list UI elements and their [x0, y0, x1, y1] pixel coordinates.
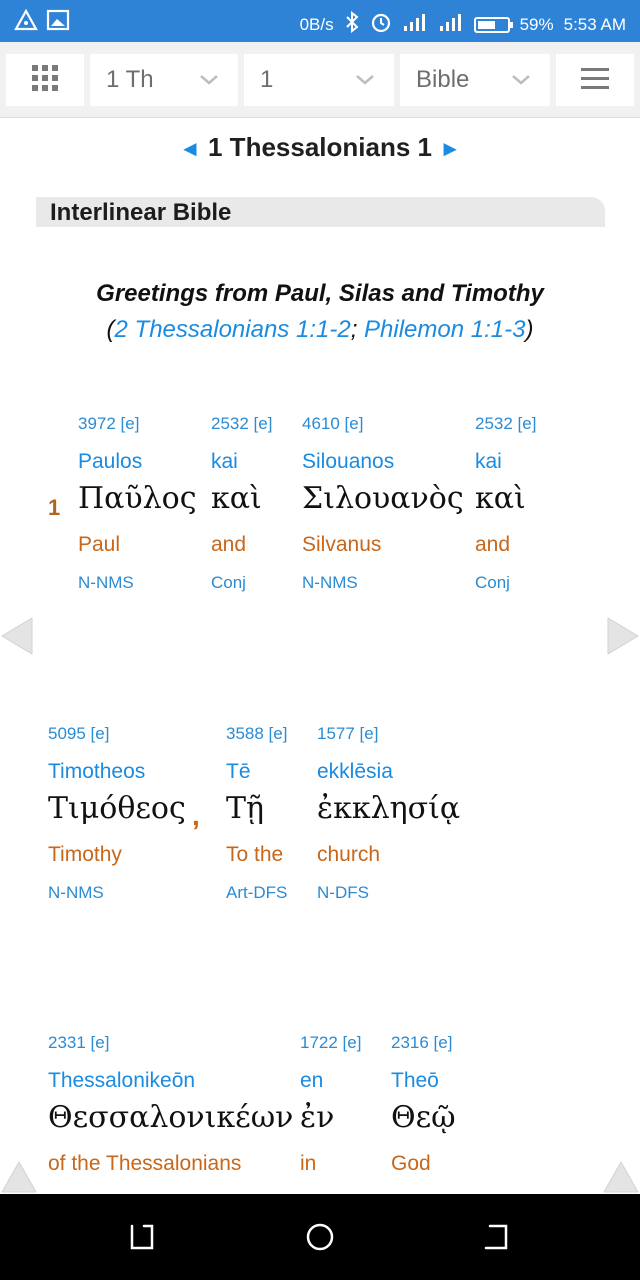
transliteration[interactable]: Tē: [226, 760, 251, 784]
paren-close: ): [525, 316, 534, 343]
toolbar: 1 Th 1 Bible: [0, 42, 640, 118]
parsing-code[interactable]: N-DFS: [317, 883, 369, 903]
paren-open: (: [106, 316, 115, 343]
transliteration[interactable]: Paulos: [78, 450, 142, 474]
next-chapter-arrow[interactable]: ►: [439, 136, 461, 161]
prev-page-arrow[interactable]: [0, 616, 34, 661]
parsing-code[interactable]: N-NMS: [78, 573, 134, 593]
verse-number[interactable]: 1: [48, 495, 60, 521]
parsing-code[interactable]: N-NMS: [302, 573, 358, 593]
strongs-number-link[interactable]: 2331 [e]: [48, 1033, 109, 1053]
greek-word: Παῦλος: [78, 481, 197, 516]
strongs-number-link[interactable]: 1577 [e]: [317, 724, 378, 744]
chevron-down-icon: [354, 68, 376, 95]
chapter-heading: ◄ 1 Thessalonians 1 ►: [0, 132, 640, 163]
version-select[interactable]: Bible: [400, 54, 550, 106]
english-gloss: To the: [226, 843, 284, 866]
ref-separator: ;: [350, 316, 365, 343]
english-gloss: and: [475, 533, 511, 556]
triangle-warning-icon: [14, 8, 38, 36]
hamburger-icon: [580, 66, 610, 95]
strongs-number-link[interactable]: 2316 [e]: [391, 1033, 452, 1053]
english-gloss: in: [300, 1152, 317, 1175]
strongs-number-link[interactable]: 1722 [e]: [300, 1033, 361, 1053]
pericope-title: Greetings from Paul, Silas and Timothy: [96, 280, 544, 307]
next-page-arrow[interactable]: [606, 616, 640, 661]
battery-icon: [473, 16, 513, 33]
greek-word: ἐκκλησίᾳ: [317, 791, 461, 826]
grid-menu-button[interactable]: [6, 54, 84, 106]
chapter-select[interactable]: 1: [244, 54, 394, 106]
greek-word: Θεῷ: [391, 1100, 456, 1135]
greek-word: Τιμόθεος: [48, 791, 186, 826]
parsing-code[interactable]: N-NMS: [48, 883, 104, 903]
greek-word: Θεσσαλονικέων: [48, 1100, 294, 1135]
alarm-icon: [370, 11, 392, 38]
strongs-number-link[interactable]: 3972 [e]: [78, 414, 139, 434]
bluetooth-icon: [344, 10, 360, 38]
greek-word: Τῇ: [226, 791, 264, 826]
punctuation-comma: ,: [192, 800, 200, 831]
transliteration[interactable]: en: [300, 1069, 323, 1093]
chapter-title: 1 Thessalonians 1: [208, 132, 432, 162]
parsing-code[interactable]: Conj: [211, 573, 246, 593]
status-bar: 0B/s 59% 5:53 AM: [0, 0, 640, 42]
signal-ht-icon: [438, 12, 464, 37]
strongs-number-link[interactable]: 3588 [e]: [226, 724, 287, 744]
greek-word: Σιλουανὸς: [302, 481, 464, 516]
image-icon: [46, 9, 70, 36]
english-gloss: Paul: [78, 533, 121, 556]
battery-percent: 59%: [519, 14, 554, 34]
transliteration[interactable]: ekklēsia: [317, 760, 393, 784]
book-select[interactable]: 1 Th: [90, 54, 238, 106]
transliteration[interactable]: Timotheos: [48, 760, 145, 784]
transliteration[interactable]: Theō: [391, 1069, 439, 1093]
greek-word: καὶ: [475, 481, 526, 516]
chevron-down-icon: [198, 68, 220, 95]
strongs-number-link[interactable]: 4610 [e]: [302, 414, 363, 434]
book-select-value: 1 Th: [106, 66, 154, 93]
prev-chapter-arrow[interactable]: ◄: [179, 136, 201, 161]
system-nav-bar: [0, 1194, 640, 1280]
transliteration[interactable]: kai: [475, 450, 502, 474]
chapter-select-value: 1: [260, 66, 274, 93]
recent-apps-button[interactable]: [124, 1220, 158, 1254]
parsing-code[interactable]: Art-DFS: [226, 883, 287, 903]
strongs-number-link[interactable]: 2532 [e]: [211, 414, 272, 434]
parsing-code[interactable]: Conj: [475, 573, 510, 593]
home-button[interactable]: [303, 1220, 337, 1254]
transliteration[interactable]: kai: [211, 450, 238, 474]
back-button[interactable]: [480, 1220, 514, 1254]
english-gloss: church: [317, 843, 381, 866]
strongs-number-link[interactable]: 5095 [e]: [48, 724, 109, 744]
transliteration[interactable]: Silouanos: [302, 450, 394, 474]
net-speed: 0B/s: [299, 14, 334, 34]
version-select-value: Bible: [416, 66, 470, 93]
english-gloss: Timothy: [48, 843, 122, 866]
english-gloss: God: [391, 1152, 431, 1175]
greek-word: ἐν: [300, 1100, 335, 1135]
signal-icon: [402, 12, 428, 37]
clock: 5:53 AM: [563, 14, 626, 34]
section-title: Interlinear Bible: [50, 199, 232, 226]
english-gloss: Silvanus: [302, 533, 382, 556]
cross-references: (2 Thessalonians 1:1-2; Philemon 1:1-3): [0, 316, 640, 344]
strongs-number-link[interactable]: 2532 [e]: [475, 414, 536, 434]
greek-word: καὶ: [211, 481, 262, 516]
transliteration[interactable]: Thessalonikeōn: [48, 1069, 195, 1093]
hamburger-menu-button[interactable]: [556, 54, 634, 106]
chevron-down-icon: [510, 68, 532, 95]
cross-ref-link-2[interactable]: Philemon 1:1-3: [364, 316, 525, 343]
english-gloss: of the Thessalonians: [48, 1152, 242, 1175]
cross-ref-link-1[interactable]: 2 Thessalonians 1:1-2: [115, 316, 351, 343]
section-bar: Interlinear Bible: [36, 197, 605, 227]
grid-icon: [31, 64, 59, 97]
english-gloss: and: [211, 533, 247, 556]
